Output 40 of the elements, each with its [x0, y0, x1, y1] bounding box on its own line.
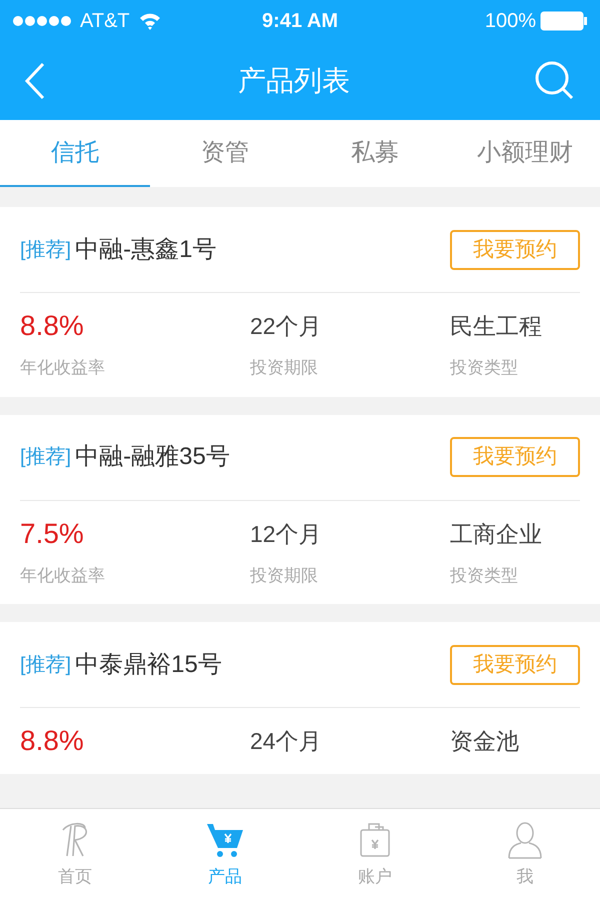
term-label: 投资期限 — [250, 357, 319, 379]
reserve-button[interactable]: 我要预约 — [450, 230, 580, 270]
yield-rate: 7.5% — [20, 516, 85, 550]
category-tab[interactable]: 小额理财 — [450, 120, 600, 187]
product-name: 中融-惠鑫1号 — [75, 234, 216, 264]
product-name: 中泰鼎裕15号 — [75, 650, 222, 680]
term-label: 投资期限 — [250, 564, 319, 586]
category-tab[interactable]: 资管 — [150, 120, 300, 187]
battery-text: 100% — [484, 9, 536, 34]
term-value: 24个月 — [250, 727, 323, 756]
product-name: 中融-融雅35号 — [75, 442, 230, 472]
term-value: 22个月 — [250, 312, 323, 341]
category-tab[interactable]: 私募 — [300, 120, 450, 187]
yield-rate-label: 年化收益率 — [20, 357, 106, 379]
recommend-tag: [推荐] — [20, 442, 72, 472]
carrier-text: AT&T — [80, 9, 130, 34]
type-value: 民生工程 — [450, 312, 543, 341]
type-value: 资金池 — [450, 727, 520, 756]
signal-icon — [12, 15, 72, 27]
bottom-tab[interactable]: 我 — [450, 809, 600, 900]
yield-rate: 8.8% — [20, 309, 85, 343]
search-button[interactable] — [534, 60, 576, 102]
reserve-button[interactable]: 我要预约 — [450, 437, 580, 477]
bottom-tab[interactable]: 产品 — [150, 809, 300, 900]
category-tab[interactable]: 信托 — [0, 120, 150, 187]
wifi-icon — [138, 12, 162, 30]
yield-rate-label: 年化收益率 — [20, 564, 106, 586]
yield-rate: 8.8% — [20, 724, 85, 758]
type-value: 工商企业 — [450, 520, 543, 548]
type-label: 投资类型 — [450, 357, 519, 379]
battery-icon — [540, 11, 588, 31]
type-label: 投资类型 — [450, 564, 519, 586]
recommend-tag: [推荐] — [20, 650, 72, 680]
page-title: 产品列表 — [238, 64, 350, 98]
term-value: 12个月 — [250, 520, 323, 548]
clock-text: 9:41 AM — [262, 9, 338, 34]
bottom-tab[interactable]: 首页 — [0, 809, 150, 900]
recommend-tag: [推荐] — [20, 234, 72, 264]
bottom-tab[interactable]: 账户 — [300, 809, 450, 900]
reserve-button[interactable]: 我要预约 — [450, 644, 580, 684]
